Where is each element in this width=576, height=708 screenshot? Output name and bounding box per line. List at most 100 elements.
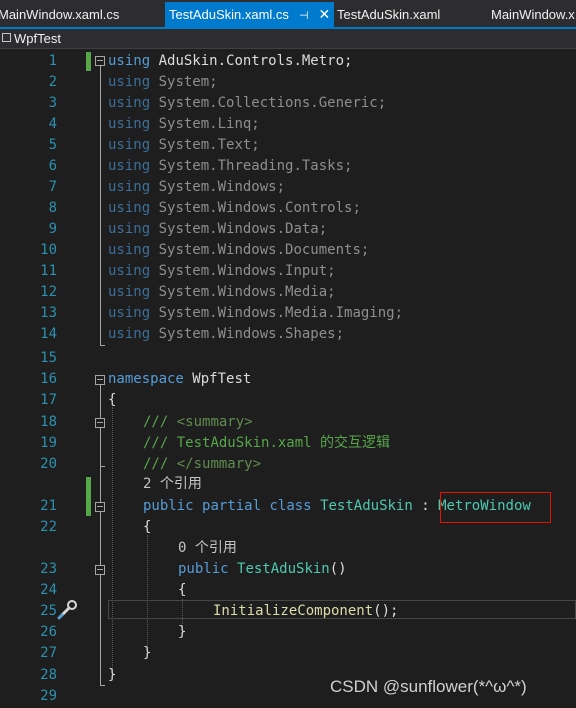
code-line: 26} — [0, 622, 576, 643]
code-text[interactable]: /// </summary> — [143, 454, 261, 475]
close-icon[interactable]: ✕ — [319, 2, 331, 27]
code-text[interactable]: using System.Text; — [108, 135, 260, 156]
code-line: 1 using AduSkin.Controls.Metro; — [0, 51, 576, 72]
line-number: 13 — [40, 305, 57, 321]
tab-mainwindow-xaml[interactable]: MainWindow.x — [491, 2, 575, 27]
line-number: 16 — [40, 371, 57, 387]
code-text[interactable]: { — [178, 580, 186, 601]
code-line: 5 using System.Text; — [0, 135, 576, 156]
code-text[interactable]: using System.Windows.Input; — [108, 261, 336, 282]
code-text[interactable]: } — [143, 643, 151, 664]
using-namespace: System.Collections.Generic; — [158, 95, 387, 111]
using-namespace: System.Linq; — [158, 116, 260, 132]
code-line: 9 using System.Windows.Data; — [0, 219, 576, 240]
code-text[interactable]: using System.Windows.Media.Imaging; — [108, 303, 403, 324]
code-line: 8 using System.Windows.Controls; — [0, 198, 576, 219]
using-keyword: using — [108, 53, 151, 69]
code-text[interactable]: using System.Windows.Media; — [108, 282, 336, 303]
using-namespace: System.Windows.Controls; — [158, 200, 361, 216]
line-number: 2 — [48, 74, 57, 90]
code-line: 23 public TestAduSkin() — [0, 559, 576, 580]
line-number: 9 — [48, 221, 57, 237]
codelens-references[interactable]: 0 个引用 — [178, 538, 237, 559]
line-number: 14 — [40, 326, 57, 342]
using-namespace: System.Windows.Shapes; — [158, 326, 345, 342]
pin-icon[interactable]: ⊣ — [299, 4, 309, 27]
line-number: 19 — [40, 435, 57, 451]
tab-testaduskin-xaml-cs[interactable]: TestAduSkin.xaml.cs ⊣ ✕ — [165, 2, 335, 27]
code-line: 3 using System.Collections.Generic; — [0, 93, 576, 114]
tab-label: MainWindow.xaml.cs — [0, 7, 120, 22]
watermark: CSDN @sunflower(*^ω^*) — [330, 677, 527, 696]
brace: { — [108, 392, 117, 408]
using-keyword: using — [108, 158, 151, 174]
code-text[interactable]: using System.Windows; — [108, 177, 285, 198]
line-number: 11 — [40, 263, 57, 279]
code-text[interactable]: /// <summary> — [143, 412, 253, 433]
code-text[interactable]: using System.Linq; — [108, 114, 260, 135]
line-number: 3 — [48, 95, 57, 111]
code-text[interactable]: namespace WpfTest — [108, 369, 251, 390]
line-number: 25 — [40, 603, 57, 619]
call-tail: (); — [373, 603, 399, 619]
project-name: WpfTest — [14, 31, 61, 46]
line-number: 21 — [40, 498, 57, 514]
brace: { — [143, 519, 152, 535]
code-text[interactable]: using System.Windows.Shapes; — [108, 324, 344, 345]
using-namespace: System.Windows.Media.Imaging; — [158, 305, 404, 321]
code-line: 22 { — [0, 517, 576, 538]
class-keyword: class — [269, 498, 312, 514]
line-number: 8 — [48, 200, 57, 216]
code-text[interactable]: { — [108, 390, 116, 411]
line-number: 24 — [40, 582, 57, 598]
code-text[interactable]: } — [178, 622, 186, 643]
code-line: 2 using System; — [0, 72, 576, 93]
code-text[interactable]: using System.Collections.Generic; — [108, 93, 386, 114]
tab-mainwindow-xaml-cs[interactable]: MainWindow.xaml.cs — [0, 2, 119, 27]
colon: : — [421, 498, 430, 514]
code-line: 18 /// <summary> — [0, 412, 576, 433]
project-dropdown[interactable]: WpfTest — [0, 30, 61, 47]
namespace-name: WpfTest — [192, 371, 252, 387]
code-line: 27} — [0, 643, 576, 664]
tab-testaduskin-xaml[interactable]: TestAduSkin.xaml — [337, 2, 440, 27]
code-text[interactable]: using System; — [108, 72, 218, 93]
brace: } — [178, 624, 187, 640]
partial-keyword: partial — [202, 498, 262, 514]
line-number: 15 — [40, 350, 57, 366]
line-number: 29 — [40, 688, 57, 704]
doc-tag: <summary> — [176, 414, 253, 430]
code-text[interactable]: /// TestAduSkin.xaml 的交互逻辑 — [143, 433, 390, 454]
code-text[interactable]: { — [143, 517, 151, 538]
code-text[interactable]: using AduSkin.Controls.Metro; — [108, 51, 352, 72]
code-text[interactable]: public TestAduSkin() — [178, 559, 347, 580]
code-text[interactable]: using System.Windows.Controls; — [108, 198, 361, 219]
line-number: 23 — [40, 561, 57, 577]
brace: } — [143, 645, 152, 661]
codelens-references[interactable]: 2 个引用 — [143, 474, 202, 495]
using-keyword: using — [108, 263, 151, 279]
using-keyword: using — [108, 200, 151, 216]
code-editor[interactable]: 1 using AduSkin.Controls.Metro; 2 using S… — [0, 49, 576, 708]
class-name: TestAduSkin — [320, 498, 413, 514]
code-text[interactable]: InitializeComponent(); — [213, 601, 398, 622]
codelens-line: 0 个引用 — [0, 538, 576, 559]
using-namespace: System.Windows.Documents; — [158, 242, 370, 258]
tab-label: MainWindow.x — [491, 7, 575, 22]
code-line: 20 /// </summary> — [0, 454, 576, 475]
code-text[interactable]: using System.Windows.Data; — [108, 219, 327, 240]
code-text[interactable]: using System.Threading.Tasks; — [108, 156, 352, 177]
code-line: 4 using System.Linq; — [0, 114, 576, 135]
using-keyword: using — [108, 116, 151, 132]
code-line: 13 using System.Windows.Media.Imaging; — [0, 303, 576, 324]
code-line: 7 using System.Windows; — [0, 177, 576, 198]
navigation-bar: WpfTest — [0, 29, 576, 49]
line-number: 4 — [48, 116, 57, 132]
line-number: 27 — [40, 645, 57, 661]
line-number: 12 — [40, 284, 57, 300]
using-namespace: System.Threading.Tasks; — [158, 158, 353, 174]
tab-label: TestAduSkin.xaml.cs — [169, 7, 289, 22]
code-text[interactable]: } — [108, 665, 116, 686]
code-text[interactable]: using System.Windows.Documents; — [108, 240, 369, 261]
code-line: 24 { — [0, 580, 576, 601]
